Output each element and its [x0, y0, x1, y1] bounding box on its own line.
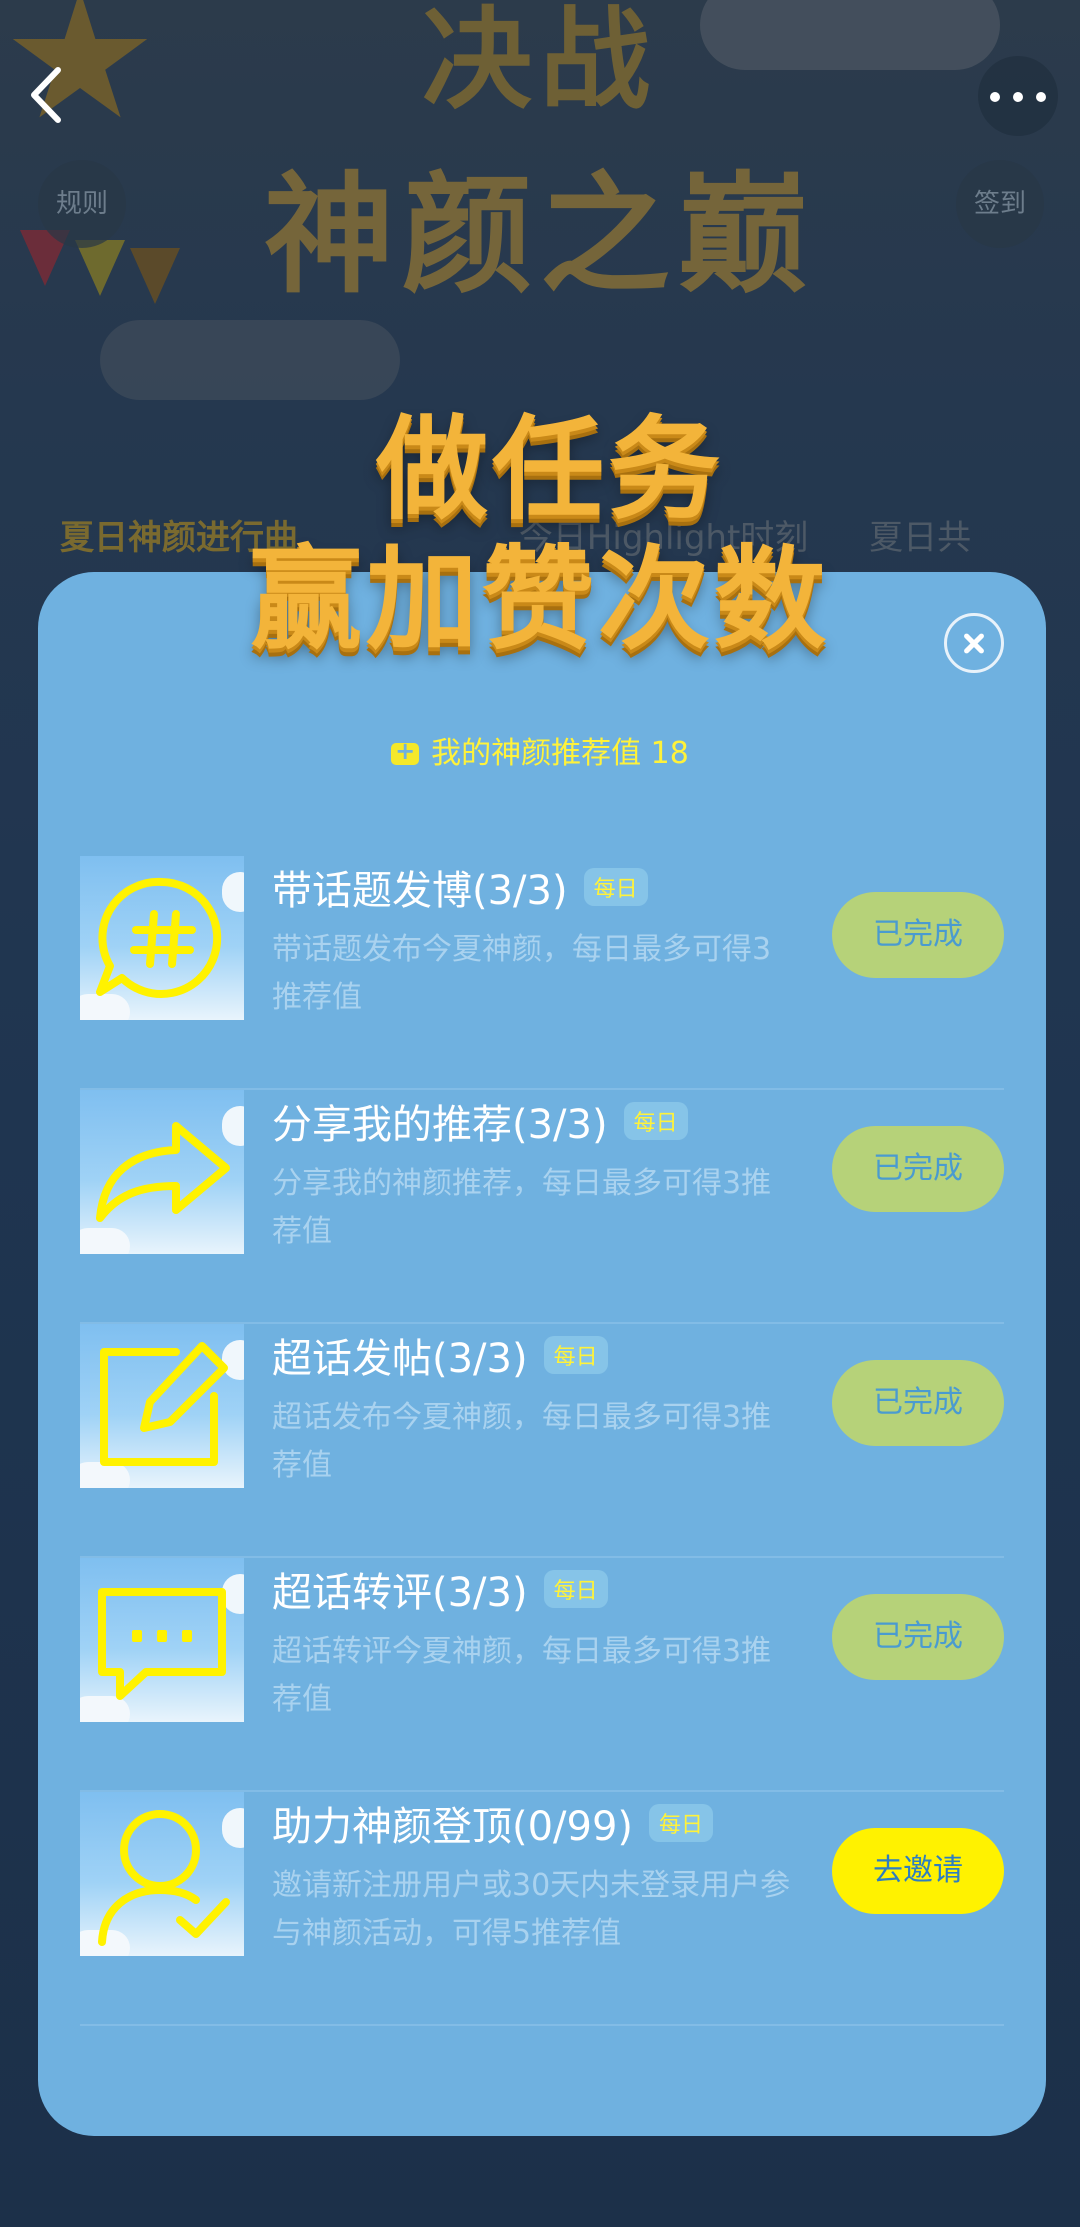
completed-button[interactable]: 已完成	[832, 892, 1004, 978]
daily-badge: 每日	[543, 1336, 608, 1374]
chevron-left-icon	[31, 67, 61, 123]
edit-pencil-icon	[100, 1342, 228, 1466]
close-button[interactable]	[944, 613, 1004, 673]
task-thumbnail	[80, 856, 244, 1020]
more-button[interactable]	[978, 56, 1058, 136]
daily-badge: 每日	[583, 868, 648, 906]
task-desc: 超话转评今夏神颜，每日最多可得3推荐值	[272, 1634, 772, 1717]
plus-badge-icon	[391, 737, 420, 765]
modal-title-line2: 赢加赞次数	[250, 535, 830, 665]
daily-badge: 每日	[543, 1570, 608, 1608]
invite-button[interactable]: 去邀请	[832, 1828, 1004, 1914]
task-item: 带话题发博(3/3) 每日 带话题发布今夏神颜，每日最多可得3推荐值 已完成	[80, 856, 1004, 1090]
task-thumbnail	[80, 1090, 244, 1254]
completed-button[interactable]: 已完成	[832, 1594, 1004, 1680]
completed-button[interactable]: 已完成	[832, 1126, 1004, 1212]
task-thumbnail	[80, 1792, 244, 1956]
score-value: 18	[650, 736, 689, 771]
score-label: 我的神颜推荐值	[431, 736, 642, 771]
task-title: 分享我的推荐(3/3) 每日	[272, 1092, 688, 1150]
task-desc: 超话发布今夏神颜，每日最多可得3推荐值	[272, 1400, 772, 1483]
recommend-score: 我的神颜推荐值 18	[0, 728, 1080, 772]
invite-user-icon	[98, 1810, 230, 1946]
completed-button[interactable]: 已完成	[832, 1360, 1004, 1446]
task-title: 助力神颜登顶(0/99) 每日	[272, 1794, 714, 1852]
divider	[80, 2024, 1004, 2026]
cloud-decoration	[100, 320, 400, 400]
task-item: 助力神颜登顶(0/99) 每日 邀请新注册用户或30天内未登录用户参与神颜活动，可…	[80, 1792, 1004, 2026]
task-title: 超话发帖(3/3) 每日	[272, 1326, 608, 1384]
daily-badge: 每日	[623, 1102, 688, 1140]
task-desc: 分享我的神颜推荐，每日最多可得3推荐值	[272, 1166, 772, 1249]
task-item: 超话转评(3/3) 每日 超话转评今夏神颜，每日最多可得3推荐值 已完成	[80, 1558, 1004, 1792]
hashtag-bubble-icon	[96, 877, 222, 998]
task-title: 带话题发博(3/3) 每日	[272, 858, 648, 916]
more-dots-icon	[990, 92, 1000, 102]
task-thumbnail	[80, 1558, 244, 1722]
task-item: 超话发帖(3/3) 每日 超话发布今夏神颜，每日最多可得3推荐值 已完成	[80, 1324, 1004, 1558]
rules-button[interactable]: 规则	[38, 160, 126, 248]
modal-title: 做任务 赢加赞次数	[0, 405, 1080, 665]
task-desc: 邀请新注册用户或30天内未登录用户参与神颜活动，可得5推荐值	[272, 1868, 791, 1951]
task-thumbnail	[80, 1324, 244, 1488]
back-button[interactable]	[20, 60, 80, 130]
daily-badge: 每日	[649, 1804, 714, 1842]
modal-title-line1: 做任务	[376, 405, 724, 535]
checkin-button[interactable]: 签到	[956, 160, 1044, 248]
share-arrow-icon	[96, 1122, 230, 1222]
background-title-line1: 决战	[422, 0, 658, 124]
task-title: 超话转评(3/3) 每日	[272, 1560, 608, 1618]
comment-bubble-icon	[98, 1588, 226, 1700]
task-item: 分享我的推荐(3/3) 每日 分享我的神颜推荐，每日最多可得3推荐值 已完成	[80, 1090, 1004, 1324]
task-desc: 带话题发布今夏神颜，每日最多可得3推荐值	[272, 932, 772, 1015]
